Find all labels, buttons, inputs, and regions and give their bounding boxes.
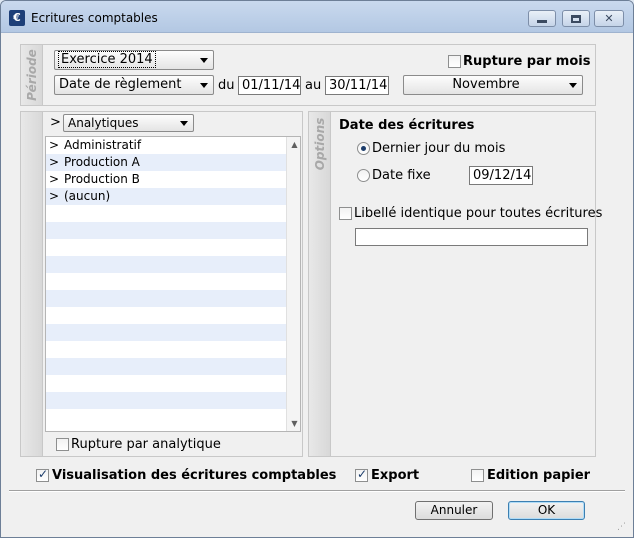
- fixed-date-label[interactable]: Date fixe: [372, 168, 431, 183]
- title-bar[interactable]: € Ecritures comptables ✕: [1, 1, 633, 33]
- export-label[interactable]: Export: [371, 468, 419, 483]
- empty-row: [46, 273, 286, 290]
- empty-row: [46, 256, 286, 273]
- exercice-dropdown[interactable]: Exercice 2014: [54, 50, 214, 70]
- dialog-window: € Ecritures comptables ✕ Période Exercic…: [0, 0, 634, 538]
- empty-row: [46, 409, 286, 426]
- libelle-checkbox[interactable]: [339, 207, 352, 220]
- close-icon: ✕: [604, 12, 614, 25]
- list-item-label: (aucun): [64, 189, 111, 203]
- empty-row: [46, 375, 286, 392]
- fixed-date-radio[interactable]: [357, 169, 370, 182]
- close-button[interactable]: ✕: [594, 10, 624, 27]
- exercice-value: Exercice 2014: [58, 51, 156, 68]
- rupture-mois-label[interactable]: Rupture par mois: [463, 54, 590, 69]
- chevron-down-icon: [569, 83, 577, 88]
- list-item-label: Production B: [64, 172, 140, 186]
- rupture-analytique-checkbox[interactable]: [56, 438, 69, 451]
- date-ecritures-title: Date des écritures: [339, 118, 475, 133]
- footer-separator-highlight: [9, 491, 625, 492]
- dialog-client: Période Exercice 2014 Date de règlement …: [1, 34, 633, 537]
- rupture-mois-checkbox[interactable]: [448, 55, 461, 68]
- visualisation-checkbox[interactable]: [36, 467, 49, 482]
- date-type-dropdown[interactable]: Date de règlement: [54, 75, 214, 95]
- date-from-field[interactable]: 01/11/14: [238, 76, 301, 95]
- scroll-up-icon[interactable]: ▲: [287, 137, 300, 152]
- chevron-down-icon: [200, 58, 208, 63]
- analytique-selector-value: Analytiques: [68, 116, 139, 130]
- minimize-button[interactable]: [528, 10, 556, 27]
- list-item[interactable]: > Production A: [46, 154, 286, 171]
- periode-section-label: Période: [21, 45, 43, 105]
- list-item[interactable]: > Administratif: [46, 137, 286, 154]
- date-type-value: Date de règlement: [59, 77, 182, 92]
- list-scrollbar[interactable]: ▲ ▼: [286, 137, 300, 431]
- empty-row: [46, 324, 286, 341]
- last-day-radio[interactable]: [357, 142, 370, 155]
- au-label: au: [305, 78, 322, 93]
- maximize-button[interactable]: [562, 10, 590, 27]
- fixed-date-field[interactable]: 09/12/14: [469, 166, 533, 185]
- empty-row: [46, 341, 286, 358]
- options-group: Options Date des écritures Dernier jour …: [308, 111, 602, 457]
- row-chevron-icon: >: [49, 189, 60, 203]
- analytique-side-bar: [21, 112, 43, 456]
- libelle-field[interactable]: [355, 228, 588, 246]
- scroll-down-icon[interactable]: ▼: [287, 416, 300, 431]
- row-chevron-icon: >: [49, 172, 60, 186]
- periode-label-text: Période: [24, 49, 39, 101]
- analytique-list[interactable]: > Administratif > Production A > Production…: [45, 136, 301, 432]
- last-day-label[interactable]: Dernier jour du mois: [372, 141, 505, 156]
- minimize-icon: [537, 20, 547, 23]
- list-item-label: Production A: [64, 155, 140, 169]
- export-checkbox[interactable]: [355, 467, 368, 482]
- periode-group: Période Exercice 2014 Date de règlement …: [20, 44, 596, 106]
- resize-grip-icon[interactable]: ⋰: [617, 521, 629, 533]
- empty-row: [46, 239, 286, 256]
- libelle-label[interactable]: Libellé identique pour toutes écritures: [354, 206, 602, 221]
- rupture-analytique-label[interactable]: Rupture par analytique: [71, 437, 221, 452]
- date-to-field[interactable]: 30/11/14: [325, 76, 389, 95]
- edition-papier-checkbox[interactable]: [471, 469, 484, 482]
- empty-row: [46, 205, 286, 222]
- du-label: du: [218, 78, 235, 93]
- empty-row: [46, 222, 286, 239]
- empty-row: [46, 392, 286, 409]
- row-chevron-icon: >: [49, 138, 60, 152]
- list-item[interactable]: > Production B: [46, 171, 286, 188]
- chevron-down-icon: [200, 83, 208, 88]
- options-label-text: Options: [312, 117, 327, 171]
- ok-button[interactable]: OK: [508, 501, 585, 520]
- list-item[interactable]: > (aucun): [46, 188, 286, 205]
- empty-row: [46, 290, 286, 307]
- analytique-dropdown[interactable]: Analytiques: [63, 114, 194, 132]
- options-side-bar: Options: [309, 112, 331, 456]
- maximize-icon: [571, 15, 581, 23]
- chevron-down-icon: [180, 121, 188, 126]
- month-value: Novembre: [452, 77, 520, 92]
- empty-row: [46, 307, 286, 324]
- row-chevron-icon: >: [49, 155, 60, 169]
- window-title: Ecritures comptables: [31, 11, 158, 25]
- analytique-chevron: >: [50, 115, 61, 130]
- month-dropdown[interactable]: Novembre: [403, 75, 583, 95]
- analytique-group: > Analytiques > Administratif > Production…: [20, 111, 303, 457]
- empty-row: [46, 358, 286, 375]
- euro-app-icon: €: [9, 10, 25, 26]
- list-item-label: Administratif: [64, 138, 142, 152]
- edition-papier-label[interactable]: Edition papier: [487, 468, 590, 483]
- visualisation-label[interactable]: Visualisation des écritures comptables: [52, 468, 336, 483]
- cancel-button[interactable]: Annuler: [415, 501, 493, 520]
